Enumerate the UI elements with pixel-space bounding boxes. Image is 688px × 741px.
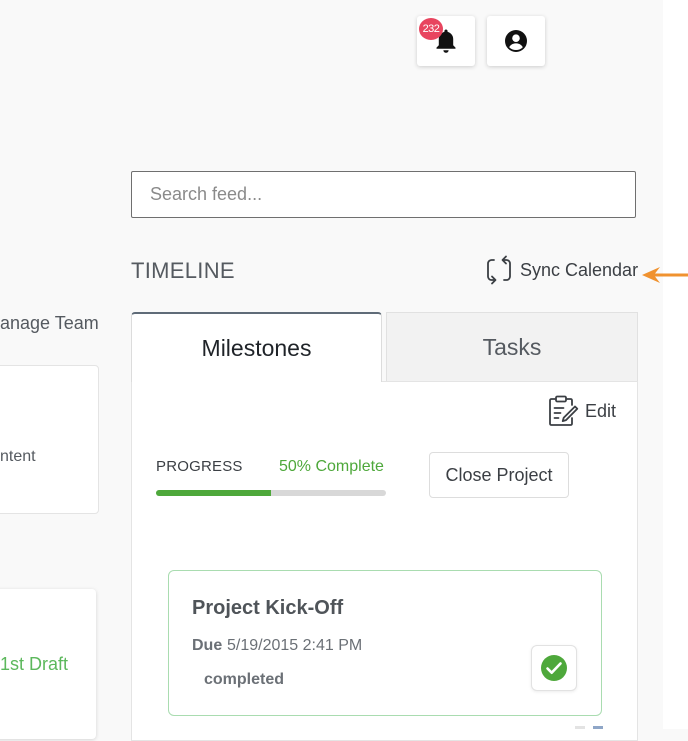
milestone-status: completed <box>204 671 285 688</box>
check-circle-icon <box>541 655 567 681</box>
profile-button[interactable] <box>487 16 545 66</box>
close-project-button[interactable]: Close Project <box>429 452 569 498</box>
timeline-title: TIMELINE <box>131 258 235 283</box>
clipboard-edit-icon <box>549 395 579 426</box>
draft-status-text: 1st Draft <box>0 654 69 674</box>
sync-calendar-button[interactable]: Sync Calendar <box>486 255 638 285</box>
progress-percent: 50% Complete <box>279 458 384 475</box>
pointer-arrow-icon <box>642 267 688 283</box>
milestone-due-label: Due <box>192 637 223 654</box>
edit-label: Edit <box>585 400 617 421</box>
edit-button[interactable]: Edit <box>545 394 616 428</box>
right-background-strip <box>663 0 688 729</box>
tab-tasks[interactable]: Tasks <box>386 312 638 382</box>
progress-label: PROGRESS <box>156 458 243 475</box>
search-input[interactable] <box>131 171 636 218</box>
milestone-title: Project Kick-Off <box>192 597 344 619</box>
notification-count-badge: 232 <box>419 18 443 40</box>
milestone-due-date: 5/19/2015 2:41 PM <box>227 637 363 654</box>
left-card <box>0 365 99 514</box>
left-card-text: ntent <box>0 448 36 465</box>
progress-bar <box>156 490 386 496</box>
milestone-complete-toggle[interactable] <box>531 645 577 691</box>
refresh-icon <box>487 255 511 285</box>
manage-team-link[interactable]: anage Team <box>0 313 99 334</box>
user-circle-icon <box>505 30 527 52</box>
tab-milestones[interactable]: Milestones <box>131 312 382 382</box>
sync-calendar-label: Sync Calendar <box>520 259 639 280</box>
progress-bar-fill <box>156 490 271 496</box>
